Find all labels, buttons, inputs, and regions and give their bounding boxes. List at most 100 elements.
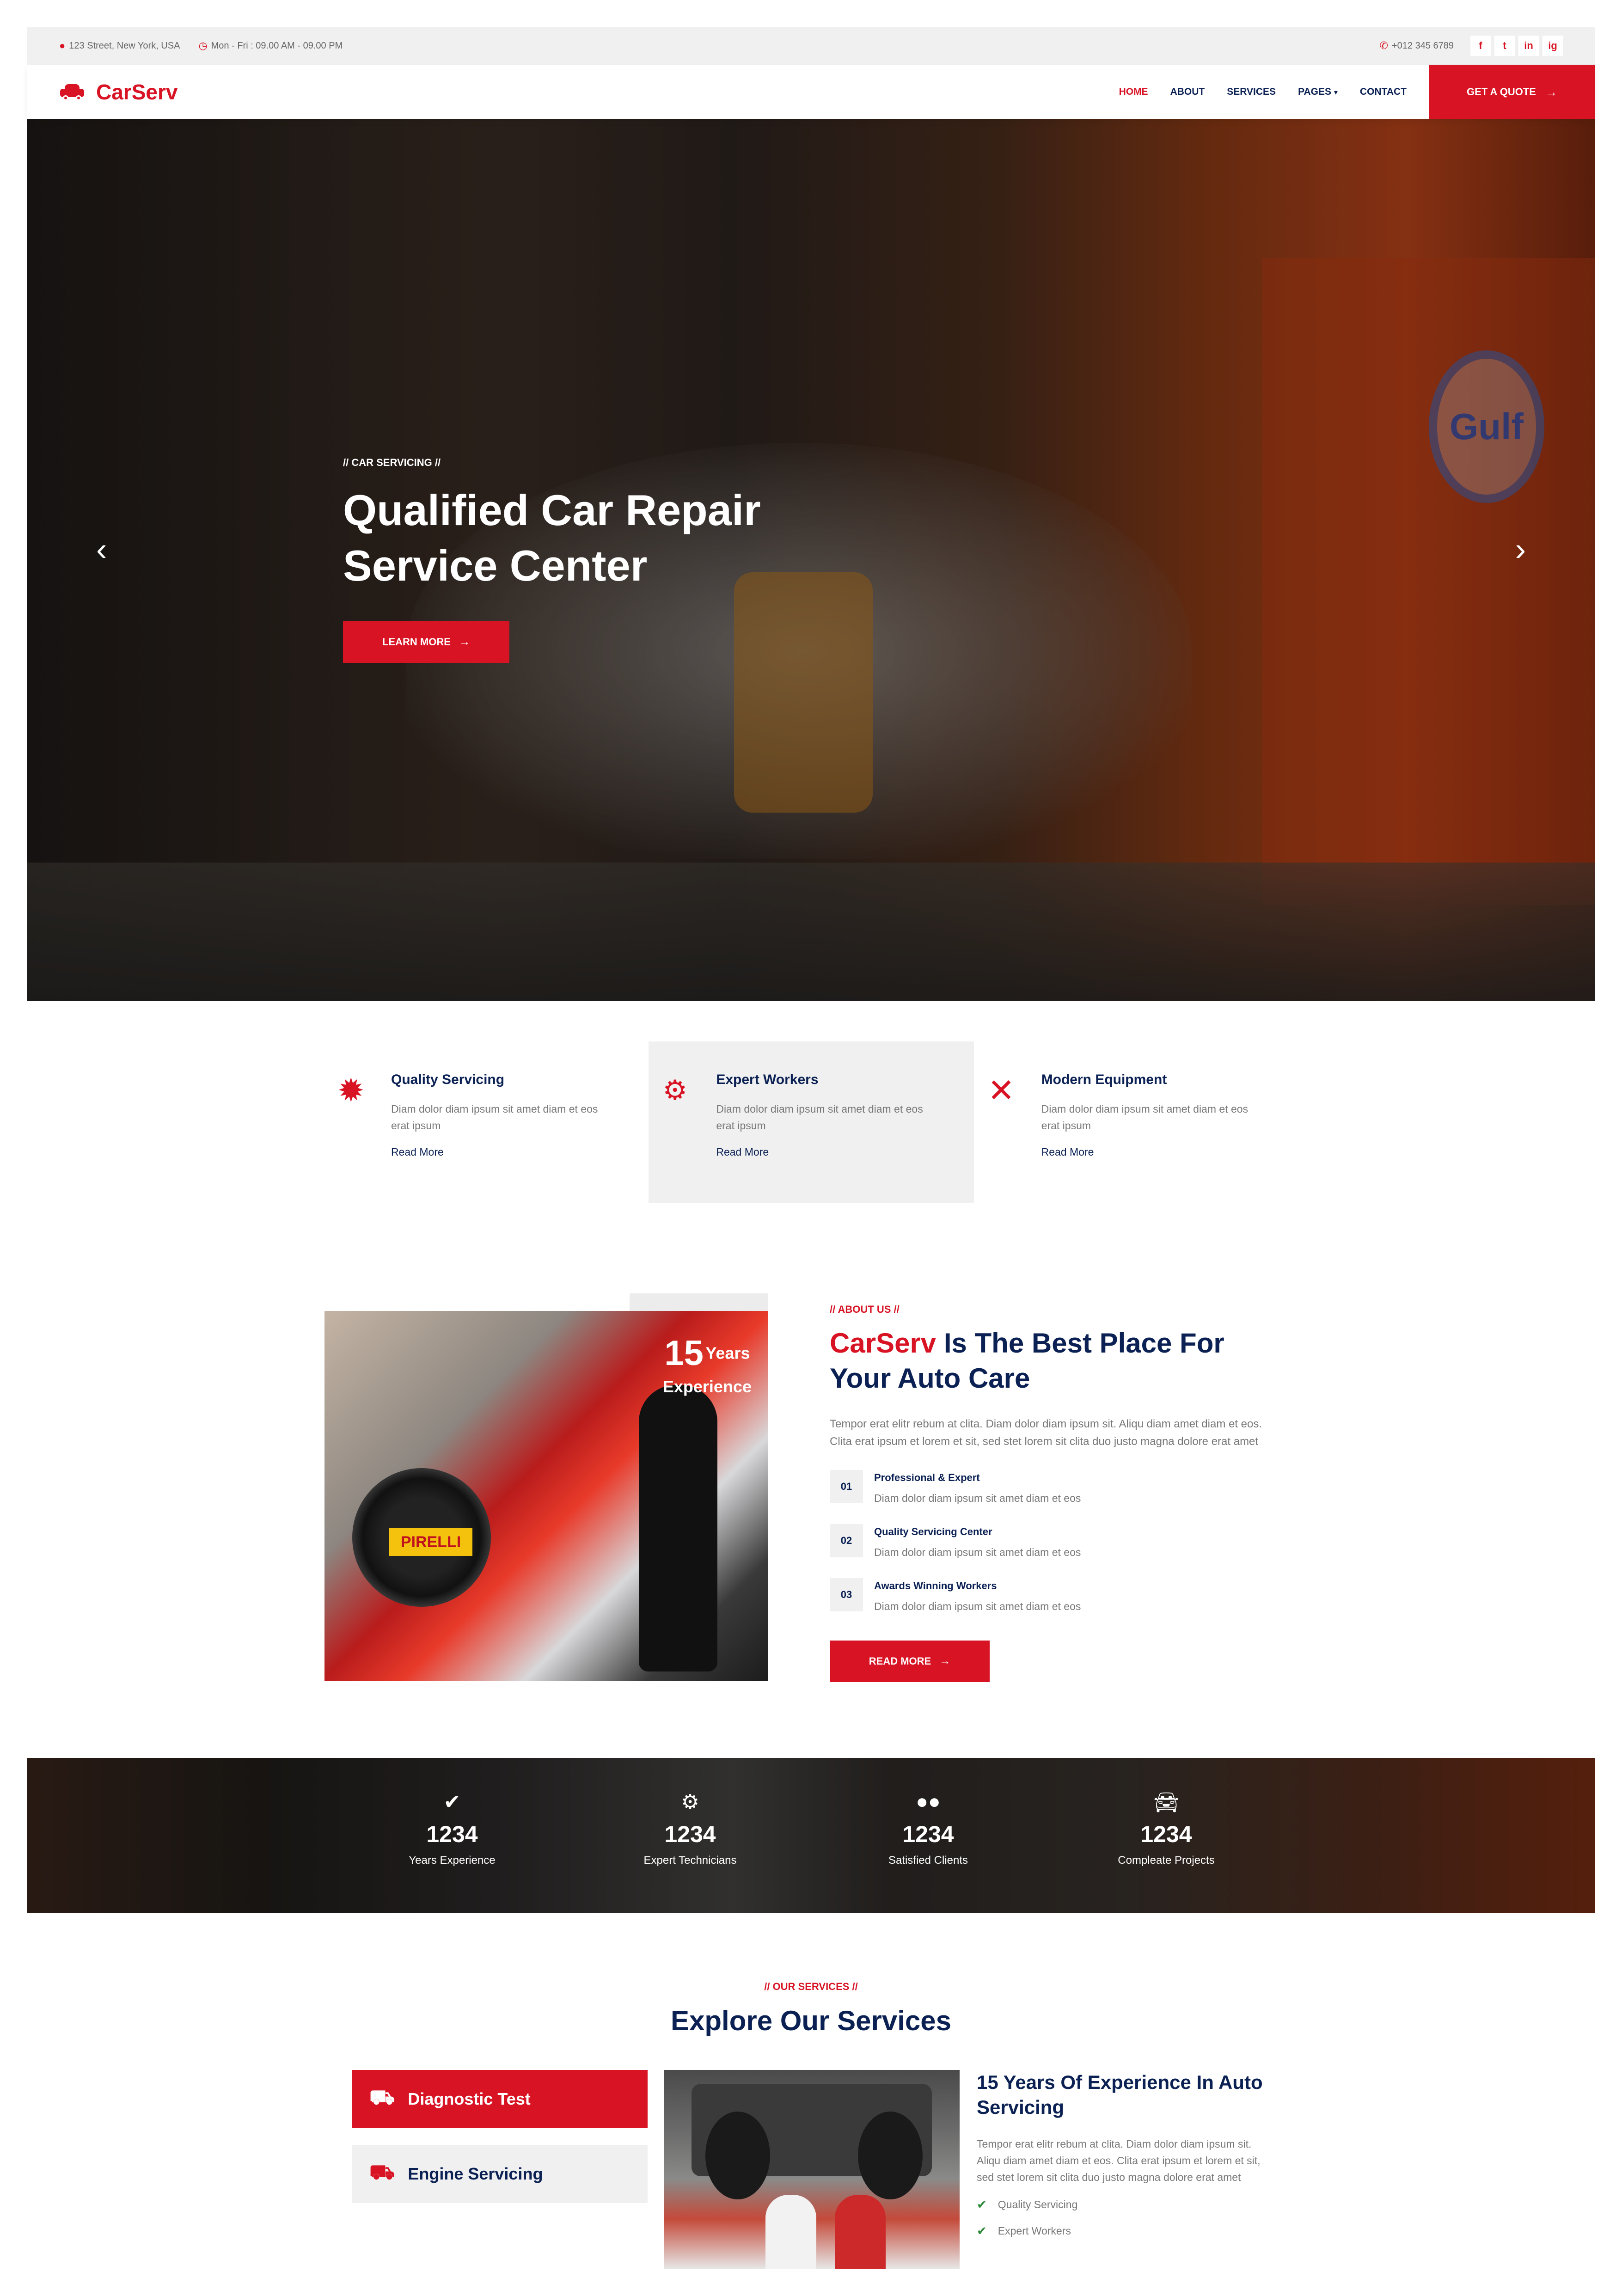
certificate-icon: ✹ [337,1072,365,1108]
users-cog-icon: ⚙ [662,1075,688,1106]
pirelli-logo: PIRELLI [389,1528,472,1556]
nav-pages[interactable]: PAGES ▾ [1298,86,1338,98]
learn-more-label: LEARN MORE [382,636,451,648]
nav-about[interactable]: ABOUT [1170,86,1205,98]
point-title: Awards Winning Workers [874,1580,997,1592]
feature-modern-equipment: ✕ Modern Equipment Diam dolor diam ipsum… [974,1041,1299,1203]
hero-carousel: Gulf // CAR SERVICING // Qualified Car R… [27,119,1595,1001]
about-title: CarServ Is The Best Place For Your Auto … [830,1326,1283,1396]
feature-title: Modern Equipment [1041,1072,1167,1087]
feature-title: Quality Servicing [391,1072,505,1087]
stat-number: 1234 [902,1821,954,1847]
services-title: Explore Our Services [671,2005,951,2036]
check-icon: ✔ [977,2198,987,2211]
nav-menu: HOME ABOUT SERVICES PAGES ▾ CONTACT [1119,86,1429,98]
phone-info: ✆ +012 345 6789 [1380,40,1454,52]
car-icon: ⛟ [369,2161,395,2184]
tools-icon: ✕ [987,1072,1015,1108]
users-cog-icon: ⚙ [681,1791,699,1813]
hours-info: ◷ Mon - Fri : 09.00 AM - 09.00 PM [198,40,343,52]
about-kicker: // ABOUT US // [830,1304,900,1315]
about-point: 02 Quality Servicing Center Diam dolor d… [830,1524,1283,1559]
page-frame: ● 123 Street, New York, USA ◷ Mon - Fri … [27,27,1595,1001]
stat-label: Years Experience [409,1854,496,1867]
stat-expert-technicians: ⚙ 1234 Expert Technicians [575,1790,806,1867]
point-text: Diam dolor diam ipsum sit amet diam et e… [874,1600,1081,1612]
stat-satisfied-clients: ●● 1234 Satisfied Clients [813,1790,1044,1867]
stat-complete-projects: 🚘︎ 1234 Compleate Projects [1051,1790,1282,1867]
stat-label: Compleate Projects [1118,1854,1215,1867]
stat-number: 1234 [664,1821,716,1847]
hero-content: // CAR SERVICING // Qualified Car Repair… [343,457,805,663]
badge-years: Years [705,1343,750,1363]
service-detail-title: 15 Years Of Experience In Auto Servicing [977,2071,1263,2118]
carousel-prev-icon[interactable]: ‹ [96,531,107,568]
twitter-icon[interactable]: t [1494,36,1515,56]
read-more-link[interactable]: Read More [716,1146,933,1158]
nav-services[interactable]: SERVICES [1227,86,1276,98]
about-point: 01 Professional & Expert Diam dolor diam… [830,1470,1283,1505]
facebook-icon[interactable]: f [1470,36,1491,56]
arrow-right-icon: → [1545,85,1557,99]
map-marker-icon: ● [59,40,66,51]
read-more-link[interactable]: Read More [391,1146,608,1158]
hero-title: Qualified Car Repair Service Center [343,486,761,590]
service-check-item: ✔ Expert Workers [977,2224,1277,2238]
nav-pages-label: PAGES [1298,86,1332,97]
feature-text: Diam dolor diam ipsum sit amet diam et e… [1041,1103,1249,1132]
check-label: Quality Servicing [998,2198,1078,2210]
social-links: f t in ig [1470,36,1563,56]
features-section: ✹ Quality Servicing Diam dolor diam ipsu… [324,1041,1299,1203]
feature-title: Expert Workers [716,1072,819,1087]
brand-name: CarServ [96,80,178,104]
about-title-brand: CarServ [830,1328,936,1359]
read-more-button[interactable]: READ MORE → [830,1641,990,1682]
linkedin-icon[interactable]: in [1518,36,1539,56]
tab-diagnostic-test[interactable]: ⛟ Diagnostic Test [352,2070,648,2128]
feature-expert-workers: ⚙ Expert Workers Diam dolor diam ipsum s… [649,1041,974,1203]
point-title: Quality Servicing Center [874,1526,992,1537]
nav-contact[interactable]: CONTACT [1360,86,1407,98]
service-check-item: ✔ Quality Servicing [977,2198,1277,2212]
service-tabs: ⛟ Diagnostic Test ⛟ Engine Servicing [352,2070,648,2220]
experience-badge: 15 Years Experience [663,1333,752,1396]
read-more-link[interactable]: Read More [1041,1146,1259,1158]
learn-more-button[interactable]: LEARN MORE → [343,621,509,663]
get-quote-label: GET A QUOTE [1467,86,1536,98]
tab-label: Diagnostic Test [408,2089,531,2108]
phone-text: +012 345 6789 [1391,40,1454,51]
car-icon [60,84,84,101]
about-description: Tempor erat elitr rebum at clita. Diam d… [830,1418,1262,1448]
address-info: ● 123 Street, New York, USA [59,40,180,52]
carousel-next-icon[interactable]: › [1515,531,1526,568]
nav-home[interactable]: HOME [1119,86,1148,98]
check-icon: ✔ [443,1791,461,1813]
feature-text: Diam dolor diam ipsum sit amet diam et e… [716,1103,923,1132]
instagram-icon[interactable]: ig [1542,36,1563,56]
service-image [664,2070,960,2269]
badge-experience: Experience [662,1377,752,1396]
about-image-block: PIRELLI 15 Years Experience [324,1293,768,1686]
tab-engine-servicing[interactable]: ⛟ Engine Servicing [352,2145,648,2203]
service-detail-text: Tempor erat elitr rebum at clita. Diam d… [977,2138,1261,2183]
navbar: CarServ HOME ABOUT SERVICES PAGES ▾ CONT… [27,65,1595,119]
check-label: Expert Workers [998,2225,1071,2237]
brand-logo[interactable]: CarServ [60,80,178,104]
about-point: 03 Awards Winning Workers Diam dolor dia… [830,1578,1283,1613]
get-quote-button[interactable]: GET A QUOTE → [1429,65,1595,119]
arrow-right-icon: → [939,1655,951,1667]
stat-years-experience: ✔ 1234 Years Experience [337,1790,568,1867]
phone-icon: ✆ [1379,40,1388,51]
car-icon: 🚘︎ [1153,1791,1179,1814]
point-text: Diam dolor diam ipsum sit amet diam et e… [874,1546,1081,1558]
arrow-right-icon: → [459,636,470,648]
feature-quality-servicing: ✹ Quality Servicing Diam dolor diam ipsu… [324,1041,649,1203]
top-bar: ● 123 Street, New York, USA ◷ Mon - Fri … [27,27,1595,65]
services-kicker: // OUR SERVICES // [764,1981,858,1992]
hero-kicker: // CAR SERVICING // [343,457,441,468]
read-more-label: READ MORE [869,1655,931,1667]
tab-label: Engine Servicing [408,2164,543,2183]
badge-number: 15 [664,1334,704,1373]
services-header: // OUR SERVICES // Explore Our Services [0,1981,1622,2037]
stats-section: ✔ 1234 Years Experience ⚙ 1234 Expert Te… [27,1758,1595,1913]
